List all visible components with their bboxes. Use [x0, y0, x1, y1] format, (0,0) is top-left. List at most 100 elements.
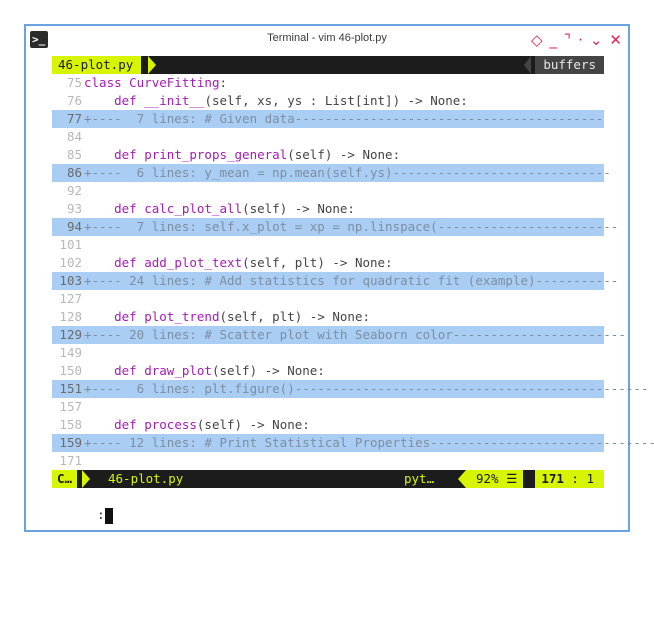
fold-summary: +---- 12 lines: # Print Statistical Prop… — [84, 435, 654, 450]
fold-summary: +---- 7 lines: # Given data-------------… — [84, 111, 604, 126]
identifier: draw_plot — [144, 363, 212, 378]
keyword: def — [114, 93, 145, 108]
fold-line[interactable]: 151 +---- 6 lines: plt.figure()----------… — [52, 380, 648, 398]
command-line[interactable]: : — [52, 488, 604, 524]
fold-line[interactable]: 77 +---- 7 lines: # Given data-----------… — [52, 110, 604, 128]
percent-value: 92% — [476, 471, 499, 486]
fold-summary: +---- 20 lines: # Scatter plot with Seab… — [84, 327, 626, 342]
keyword: def — [114, 201, 145, 216]
code-text: : — [219, 75, 227, 90]
status-percent: 92% ☰ — [466, 470, 524, 488]
line-number: 75 — [66, 75, 82, 90]
identifier: print_props_general — [144, 147, 288, 162]
code-text: (self) -> None: — [242, 201, 355, 216]
code-line[interactable]: 150 def draw_plot(self) -> None: — [52, 362, 604, 380]
code-text: (self, plt) -> None: — [219, 309, 370, 324]
line-number: 159 — [59, 435, 82, 450]
fold-summary: +---- 6 lines: plt.figure()-------------… — [84, 381, 649, 396]
buffers-label: buffers — [535, 56, 604, 74]
fold-line[interactable]: 129 +---- 20 lines: # Scatter plot with S… — [52, 326, 626, 344]
code-line[interactable]: 157 — [52, 398, 604, 416]
code-line[interactable]: 84 — [52, 128, 604, 146]
code-line[interactable]: 85 def print_props_general(self) -> None… — [52, 146, 604, 164]
status-filetype: pyt… — [404, 471, 435, 486]
line-number: 93 — [66, 201, 82, 216]
fold-summary: +---- 24 lines: # Add statistics for qua… — [84, 273, 619, 288]
line-number: 94 — [66, 219, 82, 234]
minimize-button[interactable]: _ — [550, 30, 558, 50]
code-line[interactable]: 128 def plot_trend(self, plt) -> None: — [52, 308, 604, 326]
code-text: (self, plt) -> None: — [242, 255, 393, 270]
line-number: 171 — [59, 453, 82, 468]
identifier: add_plot_text — [144, 255, 243, 270]
identifier: CurveFitting — [129, 75, 220, 90]
mode-separator — [82, 470, 90, 488]
line-number: 157 — [59, 399, 82, 414]
identifier: plot_trend — [144, 309, 220, 324]
line-number: 151 — [59, 381, 82, 396]
percent-separator — [458, 470, 466, 488]
code-line[interactable]: 92 — [52, 182, 604, 200]
line-number: 129 — [59, 327, 82, 342]
title-bar[interactable]: >_ Terminal - vim 46-plot.py ◇ _ ⌝ · ⌄ ✕ — [26, 26, 628, 54]
line-number: 149 — [59, 345, 82, 360]
fold-line[interactable]: 159 +---- 12 lines: # Print Statistical P… — [52, 434, 654, 452]
menu-button[interactable]: ⌄ — [590, 30, 603, 50]
line-number: 158 — [59, 417, 82, 432]
code-text: (self, xs, ys : List[int]) -> None: — [204, 93, 468, 108]
line-number: 103 — [59, 273, 82, 288]
buffers-separator — [524, 56, 531, 74]
code-line[interactable]: 75 class CurveFitting: — [52, 74, 604, 92]
code-line[interactable]: 158 def process(self) -> None: — [52, 416, 604, 434]
column-number: : 1 — [571, 471, 594, 486]
code-line[interactable]: 76 def __init__(self, xs, ys : List[int]… — [52, 92, 604, 110]
code-line[interactable]: 93 def calc_plot_all(self) -> None: — [52, 200, 604, 218]
code-line[interactable]: 102 def add_plot_text(self, plt) -> None… — [52, 254, 604, 272]
window-controls: ◇ _ ⌝ · ⌄ ✕ — [531, 29, 622, 51]
fold-line[interactable]: 86 +---- 6 lines: y_mean = np.mean(self.y… — [52, 164, 611, 182]
close-button[interactable]: ✕ — [609, 30, 622, 50]
shade-button[interactable]: ◇ — [531, 30, 543, 50]
keyword: def — [114, 147, 145, 162]
command-prompt: : — [97, 507, 105, 522]
cursor — [104, 507, 113, 524]
keyword: def — [114, 309, 145, 324]
code-line[interactable]: 127 — [52, 290, 604, 308]
line-number: 171 — [541, 471, 564, 486]
line-number: 77 — [66, 111, 82, 126]
tab-separator — [148, 56, 156, 74]
status-position: 171 : 1 — [535, 470, 604, 488]
statusline: C… 46-plot.py pyt… 92% ☰ 171 : 1 — [52, 470, 604, 488]
identifier: calc_plot_all — [144, 201, 243, 216]
code-line[interactable]: 149 — [52, 344, 604, 362]
fold-line[interactable]: 103 +---- 24 lines: # Add statistics for … — [52, 272, 618, 290]
tab-active[interactable]: 46-plot.py — [52, 56, 142, 74]
code-text: (self) -> None: — [211, 363, 325, 378]
stick-button[interactable]: · — [578, 30, 583, 50]
status-filename: 46-plot.py — [108, 471, 184, 486]
maximize-button[interactable]: ⌝ — [564, 30, 571, 50]
line-number: 86 — [66, 165, 82, 180]
line-number: 127 — [59, 291, 82, 306]
keyword: def — [114, 417, 145, 432]
line-number: 85 — [66, 147, 82, 162]
lines-icon: ☰ — [506, 471, 518, 486]
keyword: def — [114, 363, 145, 378]
fold-line[interactable]: 94 +---- 7 lines: self.x_plot = xp = np.l… — [52, 218, 618, 236]
line-number: 101 — [59, 237, 82, 252]
code-line[interactable]: 171 — [52, 452, 604, 470]
code-line[interactable]: 101 — [52, 236, 604, 254]
identifier: process — [144, 417, 197, 432]
line-number: 150 — [59, 363, 82, 378]
line-number: 76 — [66, 93, 82, 108]
fold-summary: +---- 6 lines: y_mean = np.mean(self.ys)… — [84, 165, 611, 180]
keyword: def — [114, 255, 145, 270]
tabline: 46-plot.py buffers — [52, 56, 604, 74]
vim-editor[interactable]: 46-plot.py buffers 75 class CurveFitting:… — [52, 56, 654, 524]
identifier: __init__ — [144, 93, 205, 108]
